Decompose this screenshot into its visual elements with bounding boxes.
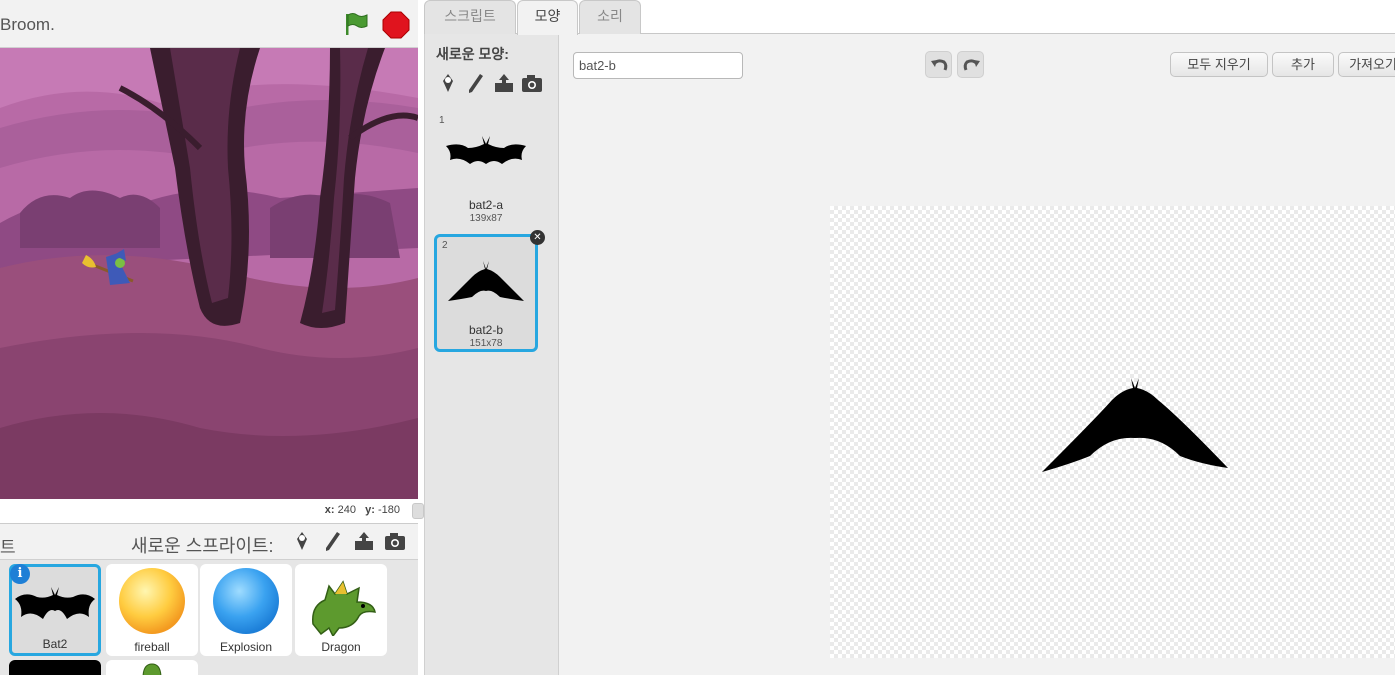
paint-editor: 모두 지우기 추가 가져오기 (559, 34, 1395, 675)
paint-new-sprite-icon[interactable] (322, 530, 344, 552)
costume-name: bat2-b (468, 323, 504, 337)
import-button[interactable]: 가져오기 (1338, 52, 1395, 77)
costume-item-selected[interactable]: 2 ✕ bat2-b 151x78 (434, 230, 545, 352)
costume-name: bat2-a (468, 198, 504, 212)
tab-scripts[interactable]: 스크립트 (424, 0, 516, 34)
stage-header: Broom. (0, 0, 418, 48)
sprite-tile-label: Bat2 (42, 637, 68, 651)
mouse-coordinates: x: 240 y: -180 (324, 504, 400, 516)
new-costume-label: 새로운 모양: (436, 46, 509, 62)
costume-library-icon[interactable] (437, 72, 459, 94)
sprite-tile-partial[interactable] (106, 660, 198, 675)
sprite-tile-label: Explosion (219, 640, 273, 654)
sprite-tile-label: Dragon (321, 640, 361, 654)
tab-sounds[interactable]: 소리 (579, 0, 641, 34)
costume-number: 1 (439, 115, 445, 126)
costume-list-pane: 새로운 모양: 1 bat2-a 139x87 2 ✕ bat2-b 151x7… (424, 34, 559, 675)
project-title: Broom. (0, 15, 55, 34)
sprite-list: i Bat2 fireball Explosion Dragon (0, 564, 418, 675)
clear-button[interactable]: 모두 지우기 (1170, 52, 1268, 77)
stage-size-toggle[interactable] (412, 503, 424, 519)
stage-backdrop (0, 48, 418, 499)
undo-button[interactable] (925, 51, 952, 78)
bat-costume-b-thumbnail (448, 261, 524, 301)
costume-number: 2 (442, 240, 448, 251)
redo-icon (963, 59, 980, 71)
mouse-coordinates-bar: x: 240 y: -180 (0, 499, 418, 523)
sprite-tile-label: fireball (134, 640, 170, 654)
scratch-editor: Broom. x: 240 y: -180 트 새로운 스프라이트: i Bat… (0, 0, 1395, 675)
add-button[interactable]: 추가 (1272, 52, 1334, 77)
sprite-tile-fireball[interactable]: fireball (106, 564, 198, 656)
paint-canvas[interactable] (830, 206, 1395, 658)
sprite-pane: 트 새로운 스프라이트: i Bat2 fireball Explosion D… (0, 523, 418, 675)
new-sprite-label: 새로운 스프라이트: (131, 536, 274, 556)
info-icon[interactable]: i (10, 564, 30, 584)
redo-button[interactable] (957, 51, 984, 78)
costume-size: 139x87 (469, 213, 503, 224)
upload-sprite-icon[interactable] (353, 530, 375, 552)
bat-costume-drawing (1042, 378, 1228, 472)
costume-name-input[interactable] (573, 52, 743, 79)
stop-icon[interactable] (382, 11, 410, 39)
sprite-tile-partial[interactable] (9, 660, 101, 675)
camera-sprite-icon[interactable] (384, 530, 406, 552)
bat-costume-a-thumbnail (446, 136, 526, 164)
sprite-tile-bat2[interactable]: i Bat2 (9, 564, 101, 656)
undo-icon (931, 59, 948, 71)
fireball-thumbnail (119, 568, 185, 634)
green-flag-icon[interactable] (342, 11, 370, 37)
sprite-pane-title: 트 (0, 538, 16, 557)
stage-canvas[interactable] (0, 48, 418, 499)
sprite-thumbnail (142, 663, 162, 675)
sprite-pane-header: 트 새로운 스프라이트: (0, 524, 418, 560)
upload-costume-icon[interactable] (493, 72, 515, 94)
paint-new-costume-icon[interactable] (465, 72, 487, 94)
camera-costume-icon[interactable] (521, 72, 543, 94)
delete-icon[interactable]: ✕ (530, 230, 545, 245)
bat-sprite-thumbnail (15, 587, 95, 619)
costume-item[interactable]: 1 bat2-a 139x87 (434, 112, 538, 230)
sprite-tile-dragon[interactable]: Dragon (295, 564, 387, 656)
tab-costumes[interactable]: 모양 (517, 0, 578, 35)
dragon-thumbnail (312, 580, 376, 636)
sprite-tile-explosion[interactable]: Explosion (200, 564, 292, 656)
costume-size: 151x78 (469, 338, 503, 349)
explosion-thumbnail (213, 568, 279, 634)
sprite-library-icon[interactable] (291, 530, 313, 552)
